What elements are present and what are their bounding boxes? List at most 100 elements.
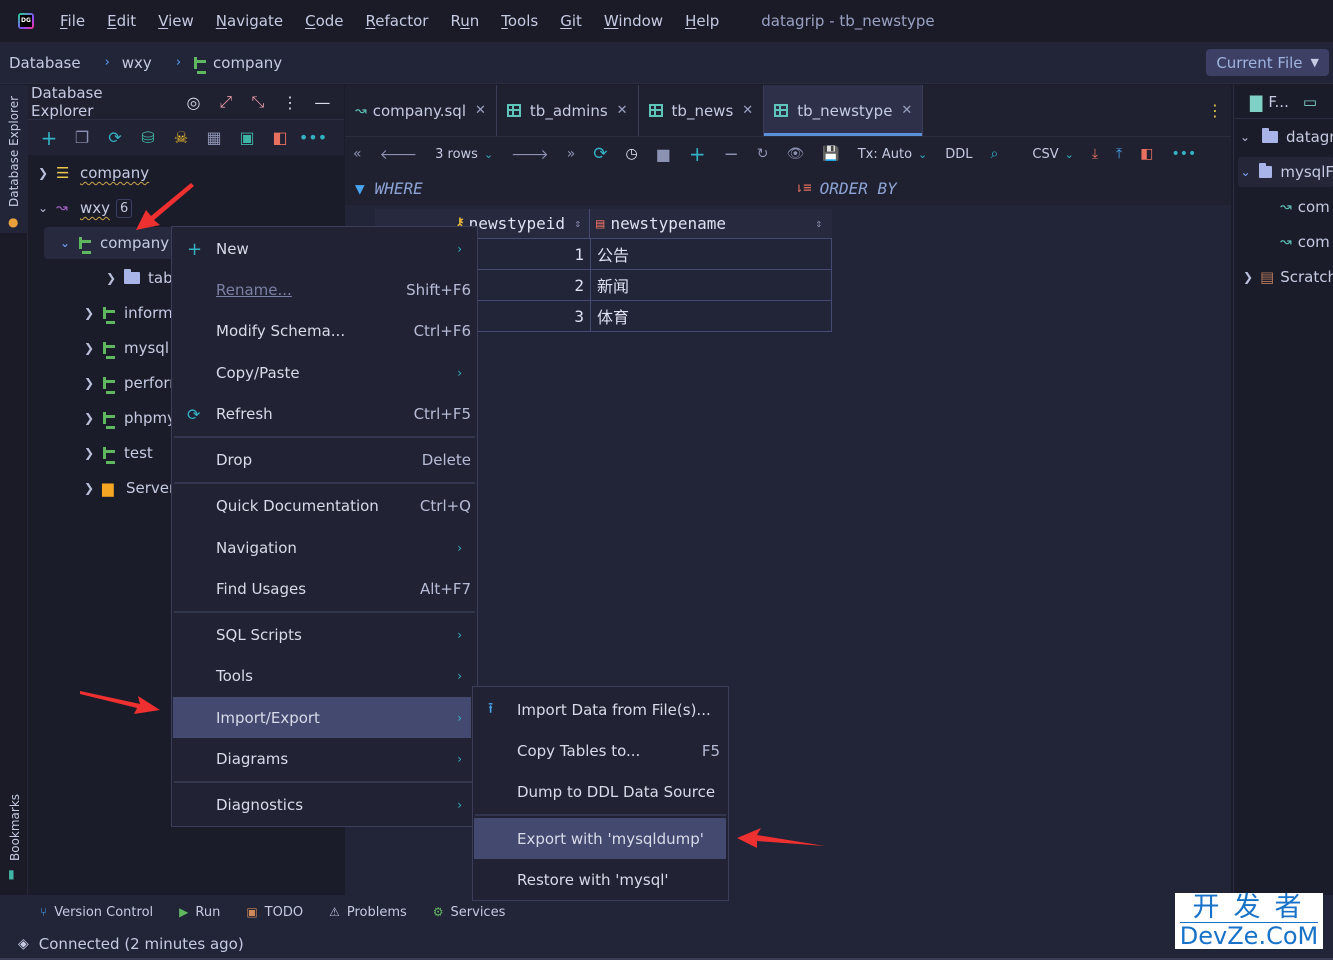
first-page-icon[interactable]: « xyxy=(353,146,362,162)
compare-icon[interactable]: ◧ xyxy=(1140,146,1153,162)
close-icon[interactable]: ✕ xyxy=(475,103,486,118)
menu-tools[interactable]: Tools xyxy=(501,12,538,30)
download-icon[interactable]: ⤓ xyxy=(1092,146,1098,162)
cell-newstypename[interactable]: 公告 xyxy=(591,239,831,269)
tree-item-wxy[interactable]: ⌄ ↝ wxy 6 xyxy=(34,192,133,224)
submit-icon[interactable]: 💾 xyxy=(822,146,839,162)
menu-item-sql-scripts[interactable]: SQL Scripts › xyxy=(173,615,471,655)
sort-icon[interactable]: ⇕ xyxy=(574,217,581,230)
project-item-file[interactable]: ↝ com xyxy=(1280,227,1330,257)
menu-git[interactable]: Git xyxy=(560,12,582,30)
last-page-icon[interactable]: » xyxy=(567,146,576,162)
tool-services[interactable]: ⚙ Services xyxy=(433,905,506,920)
folder-outline-icon[interactable]: ▭ xyxy=(1303,93,1317,111)
tab-tb-newstype[interactable]: tb_newstype ✕ xyxy=(764,85,924,136)
sort-icon[interactable]: ⇕ xyxy=(815,217,822,230)
table-row[interactable]: 2 新闻 xyxy=(478,270,831,301)
add-row-icon[interactable]: + xyxy=(689,142,706,166)
stripe-tab-bookmarks[interactable]: Bookmarks ▮ xyxy=(0,785,28,885)
menu-item-navigation[interactable]: Navigation › xyxy=(173,528,471,568)
chevron-right-icon[interactable]: ❯ xyxy=(80,481,98,495)
menu-item-new[interactable]: + New › xyxy=(173,229,471,269)
more-icon[interactable]: ••• xyxy=(1171,146,1196,162)
project-item-datagrip[interactable]: ⌄ datagri xyxy=(1240,122,1333,152)
upload-icon[interactable]: ⤒ xyxy=(1116,146,1122,162)
close-icon[interactable]: ✕ xyxy=(617,103,628,118)
menu-item-diagnostics[interactable]: Diagnostics › xyxy=(173,785,471,825)
expand-all-icon[interactable]: ⤢ xyxy=(215,92,236,112)
menu-item-copy-paste[interactable]: Copy/Paste › xyxy=(173,353,471,393)
tool-run[interactable]: ▶ Run xyxy=(179,905,220,920)
tool-todo[interactable]: ▣ TODO xyxy=(246,905,303,920)
column-header-newstypename[interactable]: ▤ newstypename ⇕ xyxy=(590,209,830,238)
menu-window[interactable]: Window xyxy=(604,12,663,30)
table-view-icon[interactable]: ▦ xyxy=(203,127,225,149)
menu-item-rename[interactable]: Rename... Shift+F6 xyxy=(173,270,471,310)
rows-dropdown[interactable]: 3 rows ⌄ xyxy=(435,147,493,162)
menu-edit[interactable]: Edit xyxy=(107,12,136,30)
tab-tb-news[interactable]: tb_news ✕ xyxy=(639,85,765,136)
menu-item-refresh[interactable]: ⟳ Refresh Ctrl+F5 xyxy=(173,394,471,434)
chevron-right-icon[interactable]: ❯ xyxy=(80,306,98,320)
tree-item-company-project[interactable]: ❯ ☰ company xyxy=(34,157,149,189)
revert-icon[interactable]: ↻ xyxy=(757,146,769,162)
close-icon[interactable]: ✕ xyxy=(901,103,912,118)
reload-icon[interactable]: ⟳ xyxy=(593,144,607,164)
cell-newstypeid[interactable]: 3 xyxy=(478,301,591,331)
table-row[interactable]: 1 公告 xyxy=(478,239,831,270)
chevron-down-icon[interactable]: ⌄ xyxy=(1240,130,1256,144)
breadcrumb-company[interactable]: company xyxy=(193,54,282,74)
ddl-button[interactable]: DDL xyxy=(945,147,972,162)
menu-item-modify-schema[interactable]: Modify Schema... Ctrl+F6 xyxy=(173,311,471,351)
chevron-down-icon[interactable]: ⌄ xyxy=(1238,165,1253,179)
menu-code[interactable]: Code xyxy=(305,12,343,30)
breadcrumb-wxy[interactable]: wxy xyxy=(122,54,152,72)
layers-icon[interactable]: ◈ xyxy=(18,936,29,952)
breadcrumb-database[interactable]: Database xyxy=(9,54,81,72)
stop-icon[interactable]: ■ xyxy=(656,145,671,164)
menu-item-find-usages[interactable]: Find Usages Alt+F7 xyxy=(173,569,471,609)
menu-item-quick-documentation[interactable]: Quick Documentation Ctrl+Q xyxy=(173,486,471,526)
more-options-icon[interactable]: ⋮ xyxy=(280,93,301,112)
menu-item-drop[interactable]: Drop Delete xyxy=(173,440,471,480)
menu-item-diagrams[interactable]: Diagrams › xyxy=(173,739,471,779)
cell-newstypename[interactable]: 新闻 xyxy=(591,270,831,300)
cell-newstypeid[interactable]: 2 xyxy=(478,270,591,300)
tab-tb-admins[interactable]: tb_admins ✕ xyxy=(497,85,639,136)
close-icon[interactable]: ✕ xyxy=(742,103,753,118)
menu-item-tools[interactable]: Tools › xyxy=(173,656,471,696)
skull-icon[interactable]: ☠ xyxy=(170,127,192,149)
submenu-item-dump-ddl[interactable]: Dump to DDL Data Source xyxy=(474,772,726,812)
where-filter-input[interactable]: WHERE xyxy=(375,179,423,198)
menu-run[interactable]: Run xyxy=(450,12,479,30)
export-format-dropdown[interactable]: CSV ⌄ xyxy=(1032,147,1073,162)
submenu-item-import-data[interactable]: ⭱ Import Data from File(s)... xyxy=(474,690,726,730)
menu-help[interactable]: Help xyxy=(685,12,719,30)
refresh-icon[interactable]: ⟳ xyxy=(104,127,126,149)
more-vertical-icon[interactable]: ⋮ xyxy=(1207,101,1223,120)
run-config-dropdown[interactable]: Current File ▼ xyxy=(1206,49,1329,76)
more-icon[interactable]: ••• xyxy=(299,127,327,149)
cell-newstypeid[interactable]: 1 xyxy=(478,239,591,269)
tree-item-mysql[interactable]: ❯ mysql xyxy=(80,332,169,364)
cell-newstypename[interactable]: 体育 xyxy=(591,301,831,331)
menu-navigate[interactable]: Navigate xyxy=(216,12,283,30)
project-item-file[interactable]: ↝ com xyxy=(1280,192,1330,222)
project-item-scratches[interactable]: ❯ ▤ Scratch xyxy=(1240,262,1333,292)
menu-refactor[interactable]: Refactor xyxy=(366,12,429,30)
tool-version-control[interactable]: ⑂ Version Control xyxy=(40,905,153,920)
chevron-right-icon[interactable]: ❯ xyxy=(80,411,98,425)
db-search-icon[interactable]: ⛁ xyxy=(137,127,159,149)
chevron-right-icon[interactable]: ❯ xyxy=(80,376,98,390)
project-item-mysqlfiles[interactable]: ⌄ mysqlF xyxy=(1238,157,1333,187)
project-view-tab[interactable]: ▇ F... ▭ xyxy=(1250,87,1317,117)
tx-mode-dropdown[interactable]: Tx: Auto ⌄ xyxy=(858,147,928,162)
target-icon[interactable]: ◎ xyxy=(183,93,204,112)
table-row[interactable]: 3 体育 xyxy=(478,301,831,332)
add-icon[interactable]: + xyxy=(38,126,60,150)
previous-page-icon[interactable]: 🡐 xyxy=(380,146,418,163)
next-page-icon[interactable]: 🡒 xyxy=(511,146,549,163)
delete-row-icon[interactable]: − xyxy=(724,144,739,165)
chevron-right-icon[interactable]: ❯ xyxy=(102,271,120,285)
chevron-down-icon[interactable]: ⌄ xyxy=(56,236,74,250)
